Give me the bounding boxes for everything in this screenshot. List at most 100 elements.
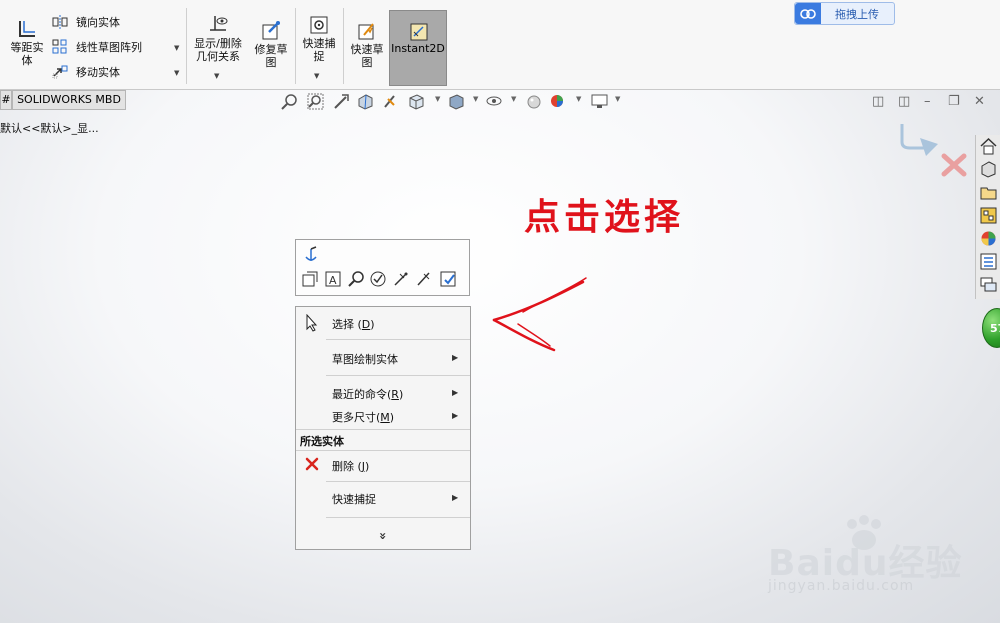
- menu-item-recent-commands[interactable]: 最近的命令(R) ▶: [296, 381, 470, 405]
- ribbon-separator: [295, 8, 296, 84]
- menu-item-delete[interactable]: 删除 (J): [296, 452, 470, 478]
- home-icon[interactable]: [979, 137, 998, 156]
- menu-separator: [326, 339, 470, 340]
- text-tool-icon[interactable]: A: [324, 270, 342, 288]
- menu-item-quick-snaps-label: 快速捕捉: [332, 493, 376, 506]
- quick-snaps-dropdown-icon[interactable]: ▼: [314, 72, 319, 80]
- ribbon-separator: [343, 8, 344, 84]
- anchor-icon[interactable]: [302, 246, 320, 264]
- display-style-icon[interactable]: [448, 93, 465, 110]
- exit-sketch-icon[interactable]: [439, 270, 457, 288]
- submenu-arrow-icon: ▶: [452, 388, 459, 397]
- collapse-left-icon[interactable]: ◫: [872, 94, 884, 109]
- view-orientation-dropdown-icon[interactable]: ▼: [435, 95, 440, 103]
- select-other-icon[interactable]: [369, 270, 387, 288]
- appearances-icon[interactable]: [979, 229, 998, 248]
- zoom-to-area-icon[interactable]: [307, 93, 324, 110]
- view-settings-dropdown-icon[interactable]: ▼: [615, 95, 620, 103]
- menu-item-select-label: 选择 (D): [332, 318, 375, 331]
- custom-properties-icon[interactable]: [979, 252, 998, 271]
- display-relations-dropdown-icon[interactable]: ▼: [214, 72, 219, 80]
- linear-pattern-dropdown-icon[interactable]: ▼: [174, 44, 179, 52]
- exit-sketch-icon[interactable]: [900, 124, 938, 156]
- menu-item-recent-commands-label: 最近的命令(R): [332, 388, 404, 401]
- menu-separator: [296, 450, 470, 451]
- display-relations-label: 显示/删除 几何关系: [194, 37, 242, 63]
- edit-appearance-icon[interactable]: [526, 93, 543, 110]
- menu-item-more-dimensions[interactable]: 更多尺寸(M) ▶: [296, 405, 470, 429]
- tab-hidden[interactable]: #: [0, 90, 12, 110]
- view-sketch-icon[interactable]: [301, 270, 319, 288]
- repair-sketch-button[interactable]: 修复草 图: [250, 20, 292, 69]
- collapse-right-icon[interactable]: ◫: [898, 94, 910, 109]
- context-toolbar: A: [295, 239, 470, 296]
- design-library-icon[interactable]: [979, 160, 998, 179]
- menu-item-select[interactable]: 选择 (D): [296, 307, 470, 337]
- delete-x-icon: [305, 457, 319, 471]
- expand-menu-icon[interactable]: »: [376, 532, 390, 540]
- drag-upload-button[interactable]: 拖拽上传: [794, 2, 895, 25]
- restore-icon[interactable]: ❐: [948, 94, 960, 109]
- quick-snaps-button[interactable]: 快速捕 捉: [298, 14, 340, 63]
- move-icon: [52, 65, 68, 79]
- linear-pattern-label: 线性草图阵列: [76, 41, 142, 54]
- hide-show-dropdown-icon[interactable]: ▼: [511, 95, 516, 103]
- tab-solidworks-mbd[interactable]: SOLIDWORKS MBD: [12, 90, 126, 110]
- tab-row: # SOLIDWORKS MBD ▼ ▼ ▼ ▼ ▼ ◫ ◫ – ❐ ✕: [0, 90, 1000, 112]
- view-palette-icon[interactable]: [979, 206, 998, 225]
- watermark-url: jingyan.baidu.com: [768, 578, 915, 594]
- menu-item-more-dimensions-label: 更多尺寸(M): [332, 411, 395, 424]
- repair-sketch-label: 修复草 图: [254, 43, 288, 69]
- repair-sketch-icon: [262, 21, 280, 40]
- menu-separator: [326, 375, 470, 376]
- offset-entities-button[interactable]: 等距实 体: [6, 18, 48, 67]
- feature-tree-breadcrumb[interactable]: 默认<<默认>_显...: [0, 120, 99, 136]
- menu-item-delete-label: 删除 (J): [332, 460, 370, 473]
- zoom-to-fit-icon[interactable]: [281, 93, 298, 110]
- menu-item-sketch-entities[interactable]: 草图绘制实体 ▶: [296, 344, 470, 372]
- submenu-arrow-icon: ▶: [452, 353, 459, 362]
- quick-snaps-icon: [310, 16, 328, 34]
- linear-sketch-pattern-button[interactable]: 线性草图阵列: [52, 38, 142, 56]
- apply-scene-icon[interactable]: [549, 93, 566, 110]
- view-orientation-icon[interactable]: [408, 93, 425, 110]
- mirror-icon: [52, 15, 68, 29]
- menu-item-quick-snaps[interactable]: 快速捕捉 ▶: [296, 485, 470, 513]
- mirror-label: 镜向实体: [76, 16, 120, 29]
- confirmation-corner[interactable]: [898, 120, 970, 180]
- move-dropdown-icon[interactable]: ▼: [174, 69, 179, 77]
- previous-view-icon[interactable]: [333, 93, 350, 110]
- notification-badge[interactable]: 57: [982, 308, 1000, 348]
- instant2d-label: Instant2D: [391, 42, 445, 55]
- display-style-dropdown-icon[interactable]: ▼: [473, 95, 478, 103]
- offset-entities-icon: [19, 21, 35, 37]
- context-menu: 选择 (D) 草图绘制实体 ▶ 最近的命令(R) ▶ 更多尺寸(M) ▶ 所选实…: [295, 306, 471, 550]
- mirror-entities-button[interactable]: 镜向实体: [52, 13, 120, 31]
- move-entities-button[interactable]: 移动实体: [52, 63, 120, 81]
- minimize-icon[interactable]: –: [924, 94, 931, 109]
- smart-dimension-icon[interactable]: [392, 270, 410, 288]
- tab-mbd-label: SOLIDWORKS MBD: [17, 93, 121, 106]
- menu-separator: [296, 429, 470, 430]
- close-icon[interactable]: ✕: [974, 94, 985, 109]
- file-explorer-icon[interactable]: [979, 183, 998, 202]
- sketch-line-icon[interactable]: [415, 270, 433, 288]
- forum-icon[interactable]: [979, 275, 998, 294]
- view-settings-icon[interactable]: [591, 93, 608, 110]
- zoom-selection-icon[interactable]: [347, 270, 365, 288]
- section-view-icon[interactable]: [357, 93, 374, 110]
- cancel-sketch-icon[interactable]: [941, 153, 967, 177]
- submenu-arrow-icon: ▶: [452, 493, 459, 502]
- display-delete-relations-button[interactable]: 显示/删除 几何关系: [190, 14, 246, 63]
- instant2d-icon: [410, 23, 428, 41]
- apply-scene-dropdown-icon[interactable]: ▼: [576, 95, 581, 103]
- tab-hidden-label: #: [1, 93, 11, 106]
- dynamic-annotation-icon[interactable]: [382, 93, 399, 110]
- rapid-sketch-icon: [358, 23, 374, 40]
- hide-show-items-icon[interactable]: [486, 93, 503, 110]
- ribbon-separator: [186, 8, 187, 84]
- cloud-icon: [795, 3, 821, 24]
- rapid-sketch-button[interactable]: 快速草 图: [346, 20, 388, 69]
- instant2d-button[interactable]: Instant2D: [389, 10, 447, 86]
- baidu-jingyan-watermark: Baidu经验 jingyan.baidu.com: [760, 512, 990, 607]
